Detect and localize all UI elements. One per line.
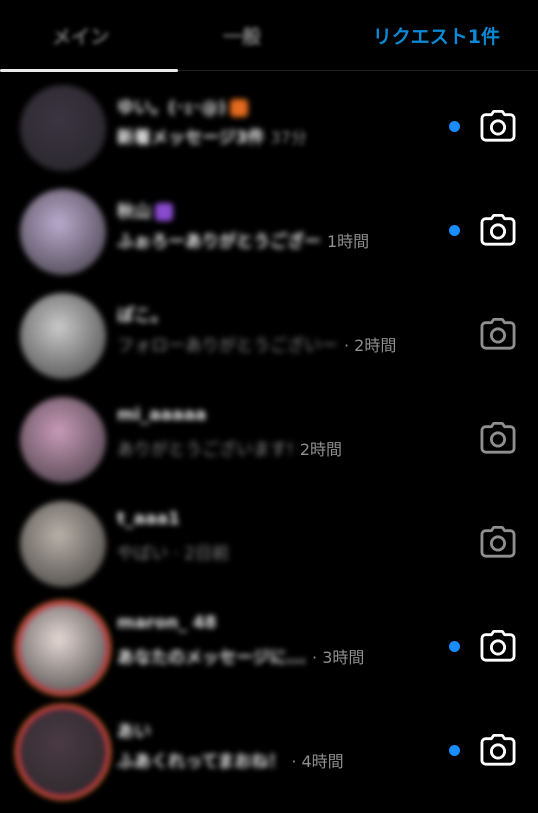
conversation-row[interactable]: maron_ 48 あなたのメッセージに... · 3時間 [0, 605, 538, 709]
message-text: 新着メッセージ3件 [117, 128, 265, 148]
conversation-name-text: ゆい。(･ｪ･@) [117, 98, 227, 118]
conversation-row[interactable]: t_aaa1 やばい · 2日前 [0, 501, 538, 605]
avatar[interactable] [20, 397, 106, 483]
avatar[interactable] [20, 189, 106, 275]
conversation-name-text: maron_ 48 [117, 613, 217, 633]
avatar[interactable] [20, 501, 106, 587]
message-text: あなたのメッセージに... [117, 648, 307, 668]
unread-dot [449, 225, 460, 236]
avatar[interactable] [20, 605, 106, 691]
tab-requests[interactable]: リクエスト1件 [323, 22, 538, 49]
conversation-name: あい [117, 717, 151, 742]
camera-icon[interactable] [479, 317, 517, 351]
emoji-badge-icon [155, 203, 173, 221]
message-preview: やばい · 2日前 [117, 539, 229, 564]
conversation-name: 秋山 [117, 197, 173, 222]
unread-dot [449, 641, 460, 652]
tab-general[interactable]: 一般 [161, 22, 322, 49]
camera-icon[interactable] [479, 421, 517, 455]
conversation-row[interactable]: ゆい。(･ｪ･@) 新着メッセージ3件 37分 [0, 85, 538, 189]
conversation-name-text: t_aaa1 [117, 509, 180, 529]
message-preview: あなたのメッセージに... · 3時間 [117, 643, 364, 668]
conversation-row[interactable]: mi_aaaaa ありがとうございます! 2時間 [0, 397, 538, 501]
conversation-name: mi_aaaaa [117, 405, 206, 425]
message-text: ふあくれってまおね！ [117, 752, 286, 772]
conversation-name: t_aaa1 [117, 509, 180, 529]
message-preview: 新着メッセージ3件 37分 [117, 123, 307, 148]
conversation-list: ゆい。(･ｪ･@) 新着メッセージ3件 37分秋山ふぉろーありがとうござー 1時間ぽこ… [0, 71, 538, 813]
conversation-name: ゆい。(･ｪ･@) [117, 93, 249, 118]
conversation-name-text: mi_aaaaa [117, 405, 207, 425]
avatar[interactable] [20, 293, 106, 379]
avatar[interactable] [20, 709, 106, 795]
message-text: フォローありがとうございー [117, 336, 338, 356]
message-text: やばい · 2日前 [117, 544, 230, 564]
conversation-row[interactable]: ぽこ。フォローありがとうございー · 2時間 [0, 293, 538, 397]
message-time: · 3時間 [312, 648, 365, 667]
avatar[interactable] [20, 85, 106, 171]
conversation-name-text: 秋山 [117, 202, 151, 222]
camera-icon[interactable] [479, 733, 517, 767]
camera-icon[interactable] [479, 525, 517, 559]
message-preview: ふぉろーありがとうござー 1時間 [117, 227, 369, 252]
camera-icon[interactable] [479, 213, 517, 247]
conversation-name-text: あい [117, 722, 151, 742]
conversation-name: maron_ 48 [117, 613, 216, 633]
conversation-name-text: ぽこ。 [117, 306, 168, 326]
message-preview: ふあくれってまおね！ · 4時間 [117, 747, 344, 772]
message-text: ふぉろーありがとうござー [117, 232, 321, 252]
message-time: 2時間 [299, 440, 343, 459]
conversation-row[interactable]: 秋山ふぉろーありがとうござー 1時間 [0, 189, 538, 293]
message-time: · 4時間 [291, 752, 344, 771]
emoji-badge-icon [230, 99, 249, 117]
message-preview: フォローありがとうございー · 2時間 [117, 331, 396, 356]
conversation-name: ぽこ。 [117, 301, 168, 326]
unread-dot [449, 121, 460, 132]
tab-main[interactable]: メイン [0, 22, 161, 49]
inbox-tabs: メイン 一般 リクエスト1件 [0, 0, 538, 72]
active-tab-indicator [0, 69, 178, 72]
camera-icon[interactable] [479, 629, 517, 663]
conversation-row[interactable]: あいふあくれってまおね！ · 4時間 [0, 709, 538, 813]
message-time: · 2時間 [344, 336, 397, 355]
message-time: 37分 [270, 128, 307, 147]
camera-icon[interactable] [479, 109, 517, 143]
message-preview: ありがとうございます! 2時間 [117, 435, 342, 460]
message-time: 1時間 [327, 232, 370, 251]
unread-dot [449, 745, 460, 756]
message-text: ありがとうございます! [117, 440, 294, 460]
